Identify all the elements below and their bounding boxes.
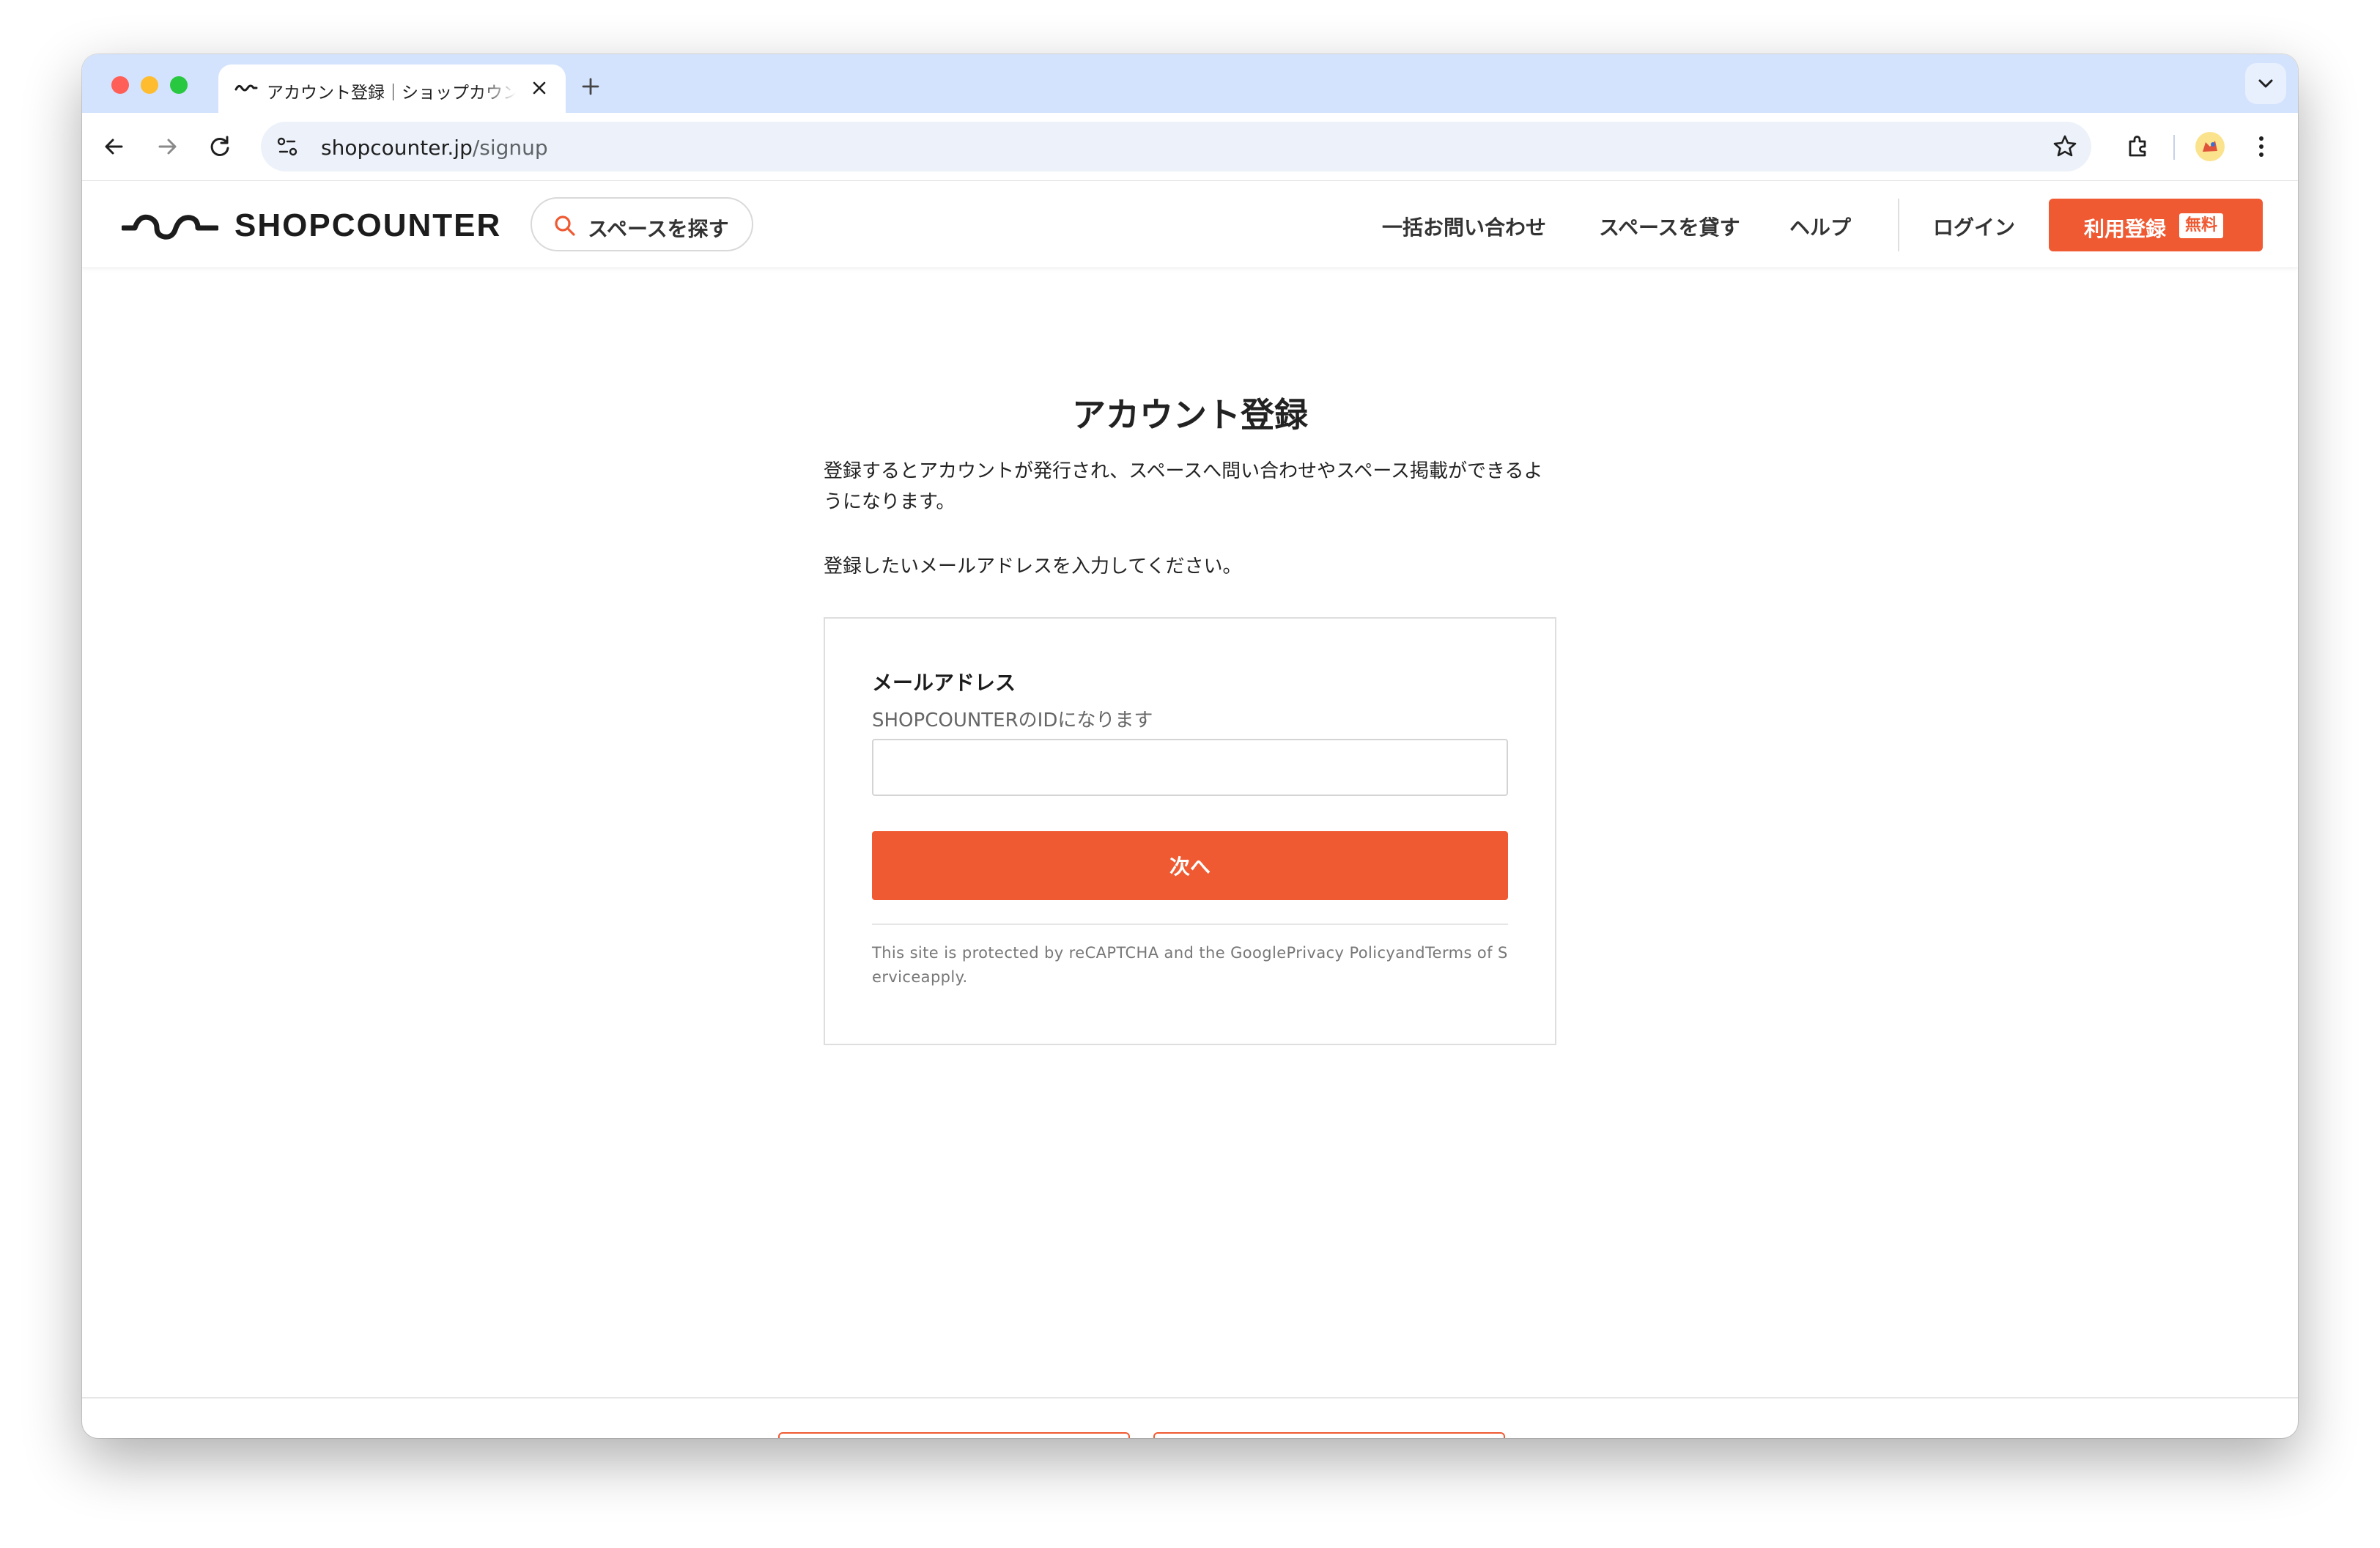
signup-form-card: メールアドレス SHOPCOUNTERのIDになります 次へ This site… (824, 617, 1556, 1045)
signup-button[interactable]: 利用登録 無料 (2049, 199, 2263, 251)
tab-active[interactable]: アカウント登録｜ショップカウンター (218, 64, 566, 113)
url-host: shopcounter.jp (321, 136, 473, 160)
site-settings-icon[interactable] (271, 130, 303, 163)
browser-window: アカウント登録｜ショップカウンター (82, 54, 2298, 1438)
maximize-window-button[interactable] (170, 76, 188, 94)
space-search-label: スペースを探す (588, 217, 729, 241)
url-text: shopcounter.jp/signup (321, 136, 548, 160)
signup-label: 利用登録 (2084, 217, 2167, 241)
form-divider (872, 924, 1508, 925)
nav-help[interactable]: ヘルプ (1789, 212, 1851, 241)
intro-text: 登録するとアカウントが発行され、スペースへ問い合わせやスペース掲載ができるように… (824, 460, 1543, 513)
more-vertical-icon[interactable] (2244, 129, 2279, 164)
space-search-button[interactable]: スペースを探す (531, 197, 753, 251)
email-label: メールアドレス (872, 671, 1016, 695)
logo-text[interactable]: SHOPCOUNTER (234, 207, 501, 244)
profile-avatar[interactable] (2195, 132, 2225, 161)
page-title: アカウント登録 (1072, 395, 1308, 435)
email-input[interactable] (872, 739, 1508, 796)
email-help-text: SHOPCOUNTERのIDになります (872, 710, 1153, 731)
instruction-text: 登録したいメールアドレスを入力してください。 (824, 556, 1242, 578)
bookmark-star-icon[interactable] (2049, 130, 2081, 163)
minimize-window-button[interactable] (141, 76, 158, 94)
address-bar[interactable]: shopcounter.jp/signup (261, 122, 2091, 172)
recaptcha-note: This site is protected by reCAPTCHA and … (872, 944, 1508, 986)
profile-icon (2203, 141, 2217, 152)
shopcounter-logo-icon[interactable] (122, 210, 218, 241)
nav-bulk-inquiry[interactable]: 一括お問い合わせ (1382, 212, 1546, 241)
footer-button-left[interactable] (778, 1432, 1130, 1438)
url-path: /signup (472, 136, 548, 160)
nav-list-space[interactable]: スペースを貸す (1599, 212, 1740, 241)
plus-icon[interactable] (574, 70, 607, 103)
search-icon (555, 215, 575, 236)
free-badge: 無料 (2179, 213, 2224, 238)
nav-login[interactable]: ログイン (1933, 212, 2015, 241)
nav-divider (1898, 199, 1899, 251)
back-arrow-icon[interactable] (97, 129, 132, 164)
site-header: SHOPCOUNTER スペースを探す 一括お問い合わせ スペースを貸す ヘルプ… (82, 181, 2298, 268)
tab-strip: アカウント登録｜ショップカウンター (82, 54, 2298, 113)
reload-icon[interactable] (202, 129, 237, 164)
close-icon[interactable] (526, 75, 552, 101)
shopcounter-favicon-icon (234, 84, 258, 92)
footer-divider (82, 1397, 2298, 1398)
next-button[interactable]: 次へ (872, 831, 1508, 900)
tab-title: アカウント登録｜ショップカウンター (267, 84, 516, 103)
forward-arrow-icon[interactable] (149, 129, 185, 164)
chevron-down-icon (2258, 79, 2273, 88)
close-window-button[interactable] (111, 76, 129, 94)
tab-search-button[interactable] (2245, 63, 2286, 104)
extensions-puzzle-icon[interactable] (2121, 129, 2156, 164)
footer-button-right[interactable] (1153, 1432, 1505, 1438)
browser-toolbar: shopcounter.jp/signup (82, 113, 2298, 181)
toolbar-divider (2173, 135, 2175, 160)
